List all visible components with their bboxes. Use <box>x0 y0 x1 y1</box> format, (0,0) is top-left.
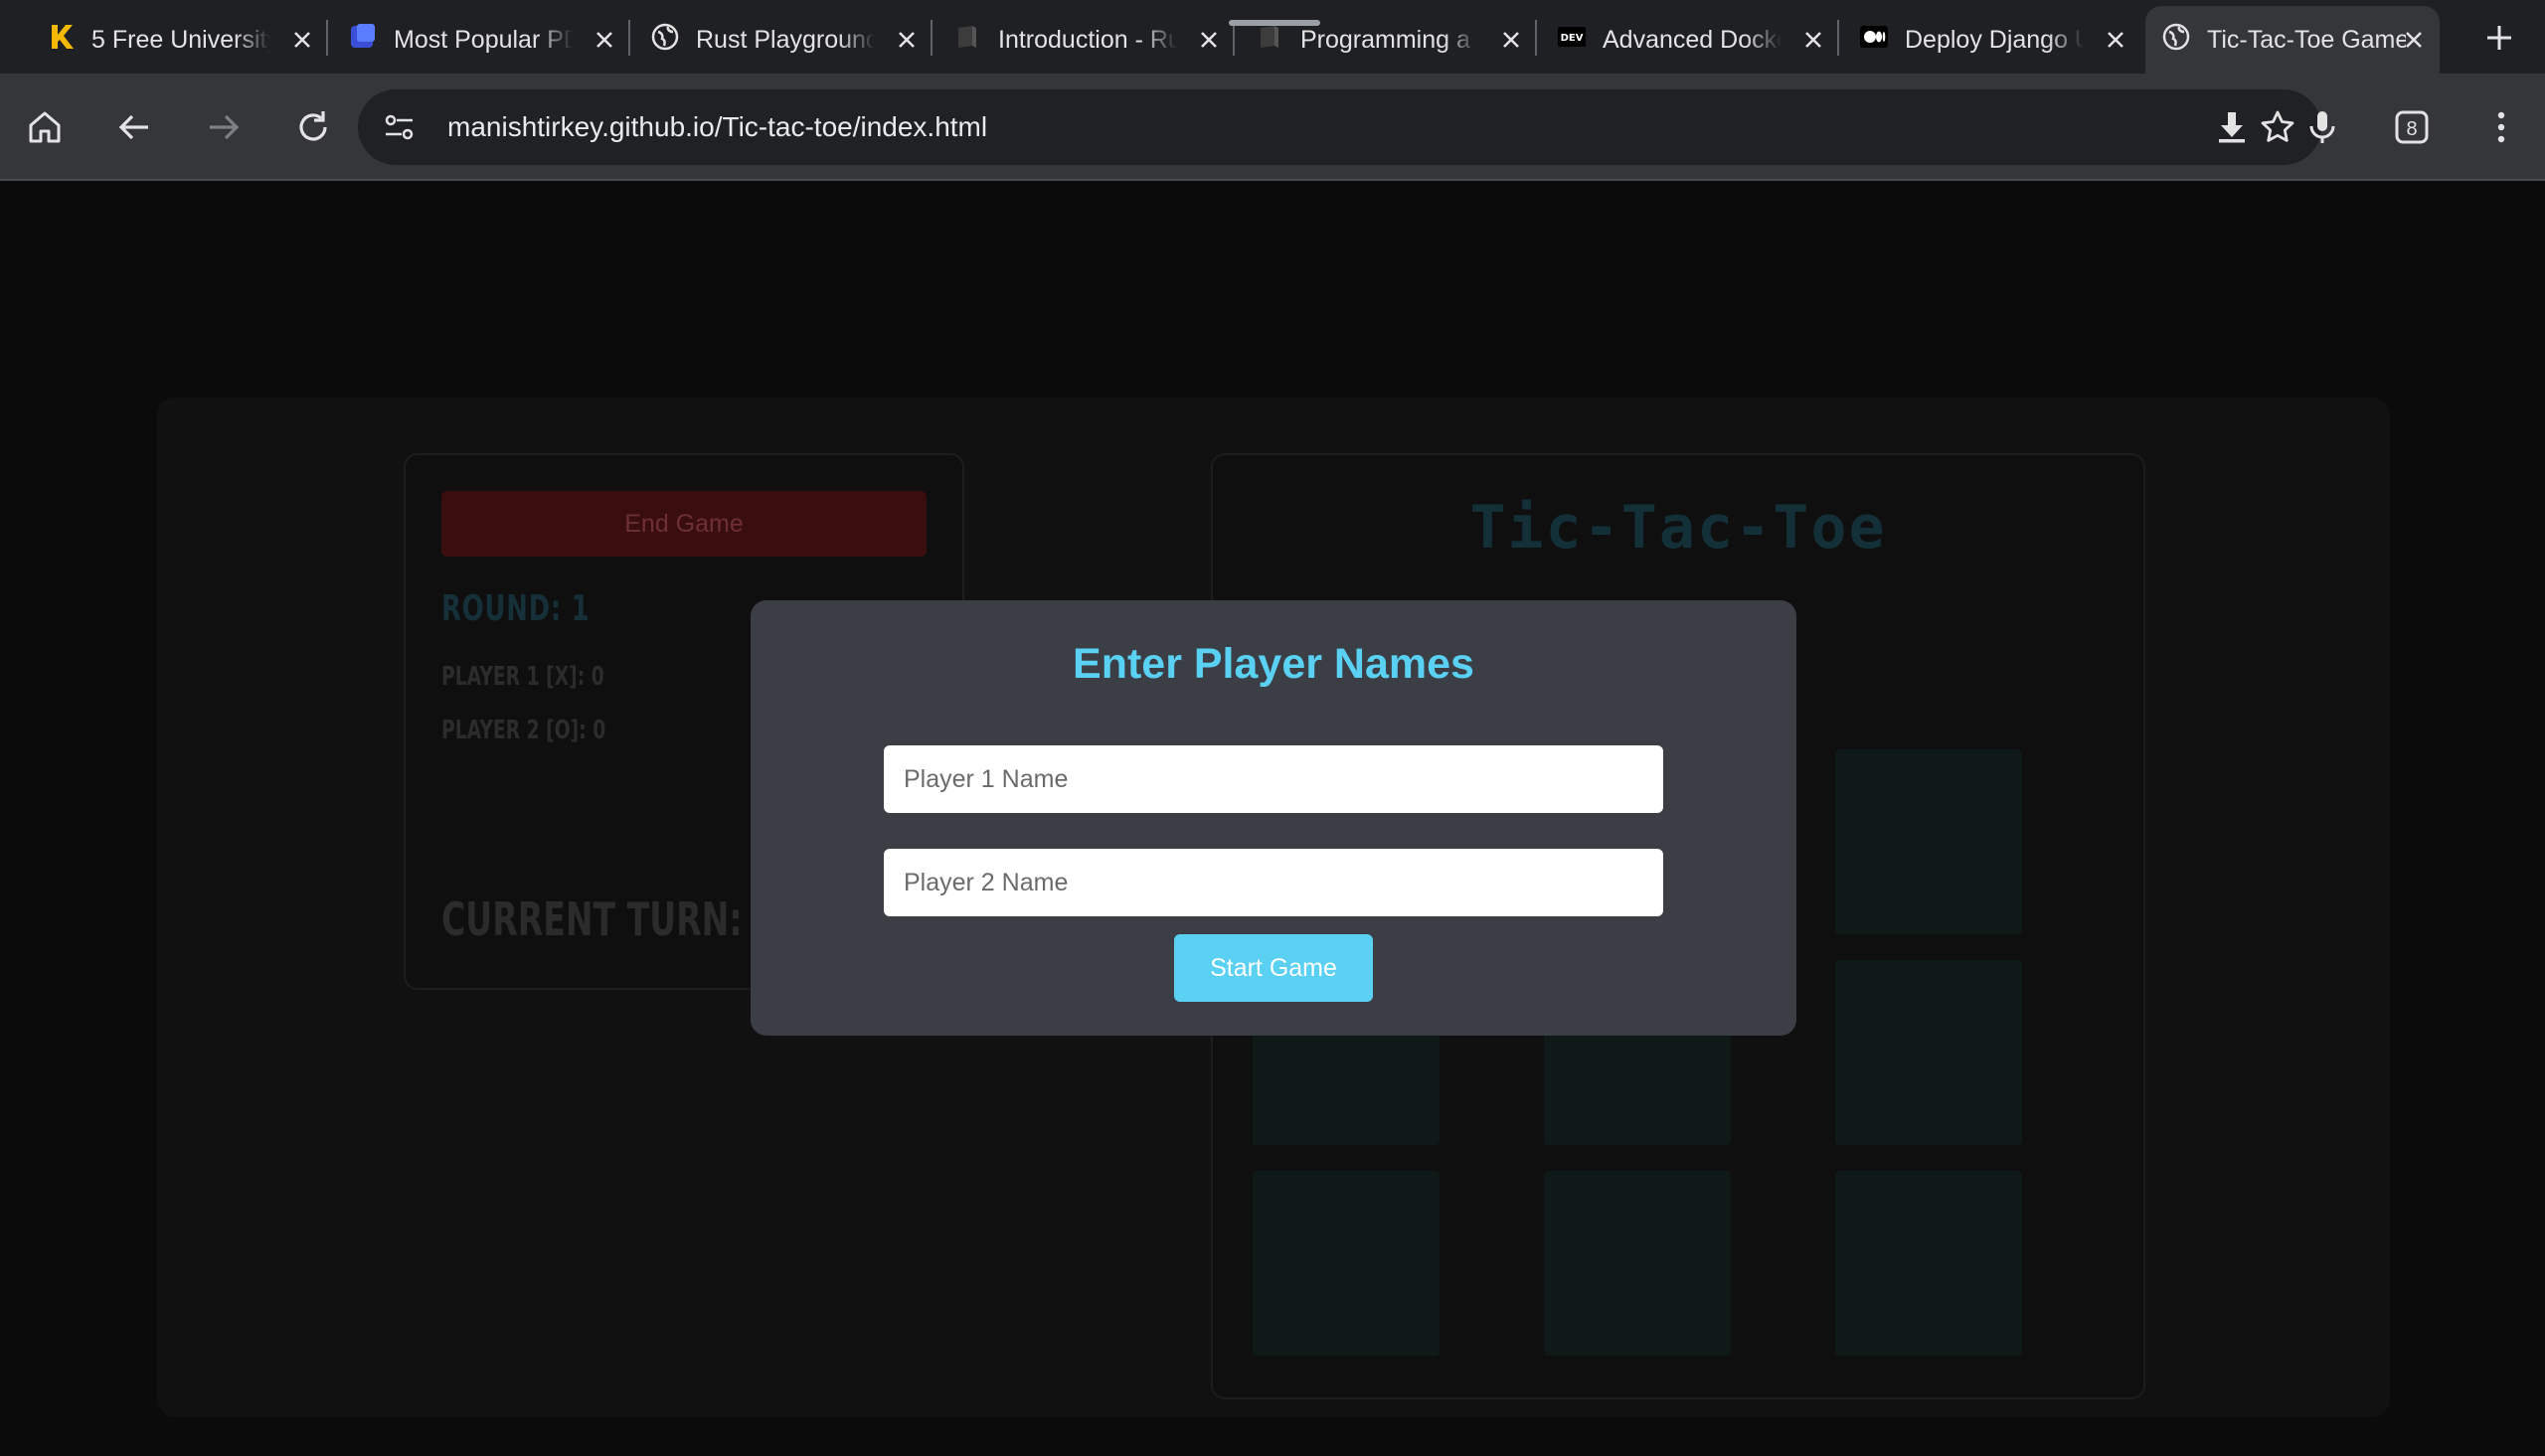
tab-separator <box>1535 20 1537 56</box>
more-vert-icon <box>2497 111 2505 143</box>
close-tab-icon[interactable] <box>2102 26 2129 54</box>
reload-button[interactable] <box>285 99 341 155</box>
player2-score: PLAYER 2 [O]: 0 <box>441 716 606 745</box>
tab-most-popular-pdf[interactable]: Most Popular PDF <box>332 6 630 74</box>
dev-icon: DEV <box>1557 22 1587 52</box>
arrow-right-icon <box>210 114 240 140</box>
close-tab-icon[interactable] <box>288 26 316 54</box>
dev-badge: DEV <box>1561 33 1584 44</box>
tab-switcher-button[interactable]: 8 <box>2384 99 2440 155</box>
tab-title: Deploy Django Us <box>1905 26 2084 54</box>
book-icon <box>1255 22 1284 52</box>
player2-name-input[interactable] <box>884 849 1663 916</box>
tab-advanced-docker[interactable]: DEV Advanced Docker <box>1541 6 1839 74</box>
forward-button[interactable] <box>196 99 252 155</box>
tab-strip: 5 Free University Most Popular PDF Rust … <box>0 0 2545 74</box>
browser-toolbar: manishtirkey.github.io/Tic-tac-toe/index… <box>0 74 2545 181</box>
tab-title: 5 Free University <box>91 26 270 54</box>
tab-separator <box>931 20 933 56</box>
tab-separator <box>1837 20 1839 56</box>
downloads-button[interactable] <box>2204 99 2260 155</box>
tab-count-icon: 8 <box>2395 110 2429 144</box>
book-icon <box>952 22 982 52</box>
board-cell[interactable] <box>1835 960 2022 1145</box>
new-tab-plus-icon[interactable] <box>2477 16 2521 60</box>
tab-title: Programming a G <box>1300 26 1479 54</box>
close-tab-icon[interactable] <box>1799 26 1827 54</box>
tab-5-free-university[interactable]: 5 Free University <box>30 6 328 74</box>
tab-title: Rust Playground <box>696 26 875 54</box>
tab-introduction-rust[interactable]: Introduction - Rus <box>936 6 1235 74</box>
download-icon <box>2219 112 2245 143</box>
modal-title: Enter Player Names <box>1073 640 1474 688</box>
board-cell[interactable] <box>1835 749 2022 934</box>
home-button[interactable] <box>17 99 73 155</box>
tab-separator <box>628 20 630 56</box>
close-tab-icon[interactable] <box>893 26 921 54</box>
tab-title: Tic-Tac-Toe Game <box>2207 26 2406 54</box>
reload-icon <box>299 111 327 141</box>
arrow-left-icon <box>118 114 148 140</box>
address-bar[interactable]: manishtirkey.github.io/Tic-tac-toe/index… <box>358 89 2321 165</box>
back-button[interactable] <box>106 99 162 155</box>
board-cell[interactable] <box>1544 1171 1731 1356</box>
k-letter-icon <box>46 22 76 52</box>
tab-rust-playground[interactable]: Rust Playground <box>634 6 933 74</box>
board-title: Tic-Tac-Toe <box>1469 493 1887 563</box>
voice-search-button[interactable] <box>2294 99 2350 155</box>
board-cell[interactable] <box>1253 1171 1440 1356</box>
microphone-icon <box>2309 111 2335 143</box>
end-game-button[interactable]: End Game <box>441 491 927 557</box>
tab-separator <box>326 20 328 56</box>
round-counter: ROUND: 1 <box>441 588 591 629</box>
globe-icon <box>650 22 680 52</box>
url-text[interactable]: manishtirkey.github.io/Tic-tac-toe/index… <box>447 109 987 145</box>
close-tab-icon[interactable] <box>591 26 618 54</box>
pdf-app-icon <box>348 22 378 52</box>
tab-tic-tac-toe[interactable]: Tic-Tac-Toe Game <box>2145 6 2440 74</box>
tab-deploy-django[interactable]: Deploy Django Us <box>1843 6 2141 74</box>
player1-name-input[interactable] <box>884 745 1663 813</box>
tab-title: Advanced Docker <box>1603 26 1782 54</box>
globe-icon <box>2161 22 2191 52</box>
tab-title: Most Popular PDF <box>394 26 573 54</box>
tab-loading-indicator <box>1229 20 1320 26</box>
board-cell[interactable] <box>1835 1171 2022 1356</box>
player-names-modal: Enter Player Names Start Game <box>751 600 1796 1036</box>
site-settings-icon[interactable] <box>382 109 418 145</box>
tab-title: Introduction - Rus <box>998 26 1177 54</box>
browser-menu-button[interactable] <box>2473 99 2529 155</box>
bookmark-star-icon[interactable] <box>2258 107 2297 147</box>
tab-count: 8 <box>2406 118 2417 140</box>
home-icon <box>29 111 61 143</box>
medium-icon <box>1859 22 1889 52</box>
close-tab-icon[interactable] <box>1195 26 1223 54</box>
close-tab-icon[interactable] <box>2400 26 2428 54</box>
start-game-button[interactable]: Start Game <box>1174 934 1373 1002</box>
player1-score: PLAYER 1 [X]: 0 <box>441 662 604 692</box>
close-tab-icon[interactable] <box>1497 26 1525 54</box>
tab-programming-a-game[interactable]: Programming a G <box>1239 6 1537 74</box>
